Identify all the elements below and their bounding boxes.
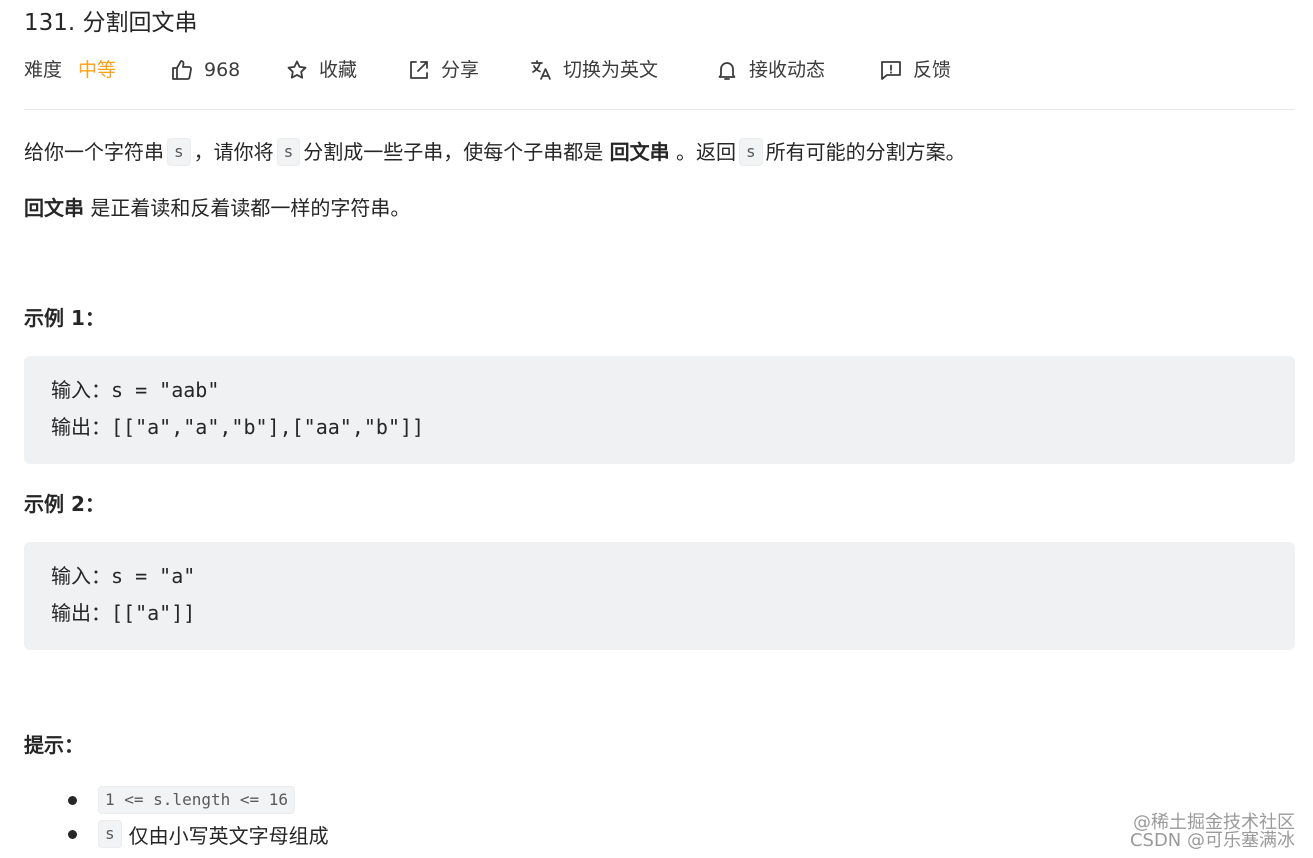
translate-button[interactable]: 切换为英文 — [529, 52, 658, 88]
description-text: ，请你将 — [193, 140, 274, 164]
bold-term: 回文串 — [609, 140, 670, 164]
inline-code: s — [739, 138, 763, 166]
share-icon — [410, 61, 428, 79]
bell-icon — [718, 62, 736, 80]
example-1-input: 输入：s = "aab" — [51, 378, 220, 402]
favorite-button[interactable]: 收藏 — [285, 52, 357, 88]
bold-term: 回文串 — [24, 196, 84, 220]
feedback-icon — [881, 61, 901, 80]
difficulty-badge: 中等 — [78, 59, 117, 81]
like-count: 968 — [204, 59, 241, 81]
example-2-heading: 示例 2： — [24, 492, 105, 516]
translate-icon — [531, 60, 551, 80]
description-text: 是正着读和反着读都一样的字符串。 — [90, 196, 411, 220]
inline-code: s — [276, 138, 301, 166]
thumbs-up-icon — [172, 60, 192, 80]
feedback-button[interactable]: 反馈 — [879, 52, 951, 88]
like-button[interactable]: 968 — [170, 52, 240, 88]
description-text: 分割成一些子串，使每个子串都是 — [303, 140, 604, 164]
problem-title: 131. 分割回文串 — [24, 10, 198, 36]
hints-heading: 提示： — [24, 733, 84, 757]
description-text: 。返回 — [676, 140, 736, 164]
feedback-label: 反馈 — [913, 59, 952, 81]
example-1-block: 输入：s = "aab" 输出：[["a","a","b"],["aa","b"… — [24, 356, 1295, 464]
notify-label: 接收动态 — [749, 59, 826, 81]
divider — [24, 109, 1295, 110]
bullet-icon — [68, 829, 77, 839]
bullet-icon — [68, 795, 77, 805]
notify-button[interactable]: 接收动态 — [715, 52, 825, 88]
description-paragraph-2: 回文串 是正着读和反着读都一样的字符串。 — [24, 190, 410, 226]
example-1-output: 输出：[["a","a","b"],["aa","b"]] — [51, 415, 425, 439]
example-2-block: 输入：s = "a" 输出：[["a"]] — [24, 542, 1295, 650]
description-text: 所有可能的分割方案。 — [765, 140, 966, 164]
inline-code: s — [167, 138, 191, 166]
hint-item: s 仅由小写英文字母组成 — [68, 817, 329, 851]
description-text: 给你一个字符串 — [24, 140, 164, 164]
watermark-csdn: CSDN @可乐塞满冰 — [1129, 830, 1295, 851]
description-paragraph-1: 给你一个字符串 s ，请你将 s 分割成一些子串，使每个子串都是 回文串 。返回 s 所有可… — [24, 134, 966, 170]
example-2-input: 输入：s = "a" — [51, 564, 196, 588]
hint-item: 1 <= s.length <= 16 — [68, 783, 298, 817]
difficulty-label: 难度 — [24, 59, 63, 81]
difficulty: 难度 中等 — [24, 52, 116, 88]
star-icon — [287, 60, 307, 79]
inline-code: 1 <= s.length <= 16 — [98, 786, 296, 814]
example-1-heading: 示例 1： — [24, 306, 105, 330]
inline-code: s — [98, 820, 122, 848]
share-button[interactable]: 分享 — [407, 52, 479, 88]
share-label: 分享 — [441, 59, 480, 81]
hint-text: 仅由小写英文字母组成 — [128, 823, 329, 848]
favorite-label: 收藏 — [319, 59, 358, 81]
example-2-output: 输出：[["a"]] — [51, 601, 196, 625]
problem-toolbar: 难度 中等 968 收藏 分享 切换为英文 接收动态 反馈 — [24, 52, 1024, 88]
translate-label: 切换为英文 — [563, 59, 659, 81]
